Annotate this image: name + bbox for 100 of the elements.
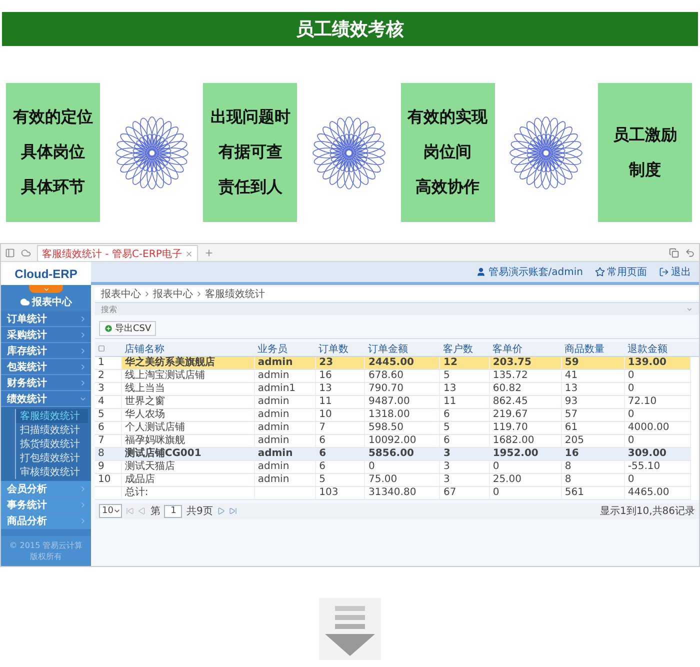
table-row[interactable]: 1 华之美纺系美旗舰店 admin 23 2445.00 12 203.75 59 139.00 bbox=[95, 356, 699, 370]
card-text: 有效的实现 bbox=[408, 107, 488, 128]
sidebar-item[interactable]: 库存统计 bbox=[1, 343, 91, 359]
card-text: 员工激励 bbox=[612, 124, 677, 146]
search-panel[interactable]: 搜索 bbox=[95, 302, 699, 315]
card-text: 出现问题时 bbox=[210, 107, 290, 128]
column-header[interactable]: 店铺名称 bbox=[121, 342, 254, 356]
pager-text: 共9页 bbox=[186, 504, 213, 518]
card-text: 岗位间 bbox=[424, 142, 472, 163]
new-tab-icon[interactable] bbox=[204, 248, 214, 258]
table-row[interactable]: 7 福孕妈咪旗舰 admin 6 10092.00 6 1682.00 205 0 bbox=[95, 434, 699, 448]
close-icon[interactable] bbox=[184, 250, 193, 258]
row-number: 10 bbox=[95, 474, 122, 486]
sidebar-item[interactable]: 包装统计 bbox=[1, 359, 91, 375]
total-cell: 561 bbox=[561, 486, 624, 500]
row-number: 5 bbox=[95, 408, 122, 422]
page-input[interactable]: 1 bbox=[164, 504, 182, 518]
card-text: 具体环节 bbox=[21, 177, 85, 198]
total-cell: 103 bbox=[316, 486, 365, 500]
table-row[interactable]: 6 个人测试店铺 admin 7 598.50 5 119.70 61 4000.00 bbox=[95, 422, 699, 434]
row-number: 8 bbox=[95, 448, 122, 460]
plus-icon bbox=[104, 324, 113, 332]
sidebar-item[interactable]: 事务统计 bbox=[1, 497, 91, 513]
total-cell: 67 bbox=[440, 486, 490, 500]
cloud-icon[interactable] bbox=[21, 248, 31, 258]
checkbox-icon[interactable] bbox=[98, 344, 105, 352]
card-text: 高效协作 bbox=[416, 177, 480, 198]
sidebar-subitem[interactable]: 拣货绩效统计 bbox=[15, 437, 88, 451]
breadcrumb-link[interactable]: 报表中心 bbox=[101, 286, 141, 300]
table-row[interactable]: 3 线上当当 admin1 13 790.70 13 60.82 13 0 bbox=[95, 382, 699, 396]
column-header[interactable]: 商品数量 bbox=[561, 342, 624, 356]
row-number: 7 bbox=[95, 434, 122, 448]
column-header[interactable]: 订单数 bbox=[316, 342, 365, 356]
header-link[interactable]: 退出 bbox=[659, 265, 691, 279]
table-row[interactable]: 10 成品店 admin 5 75.00 3 25.00 8 0 bbox=[95, 474, 699, 486]
banner-title: 员工绩效考核 bbox=[296, 18, 404, 41]
sidebar-subitem[interactable]: 打包绩效统计 bbox=[15, 451, 88, 465]
total-cell: 0 bbox=[489, 486, 562, 500]
collapse-tab[interactable] bbox=[29, 285, 63, 293]
table-row[interactable]: 5 华人农场 admin 10 1318.00 6 219.67 57 0 bbox=[95, 408, 699, 422]
breadcrumb-link[interactable]: 客服绩效统计 bbox=[205, 286, 265, 300]
table-row[interactable]: 2 线上淘宝测试店铺 admin 16 678.60 5 135.72 41 0 bbox=[95, 370, 699, 382]
sidebar-item[interactable]: 会员分析 bbox=[1, 481, 91, 497]
first-page-icon[interactable] bbox=[126, 507, 134, 515]
sidebar-item[interactable]: 绩效统计 bbox=[1, 391, 91, 407]
browser-tab[interactable]: 客服绩效统计 - 管易C-ERP电子 bbox=[37, 245, 198, 261]
card-text: 有效的定位 bbox=[13, 107, 93, 128]
row-number: 9 bbox=[95, 460, 122, 474]
header-link[interactable]: 管易演示账套/admin bbox=[476, 265, 583, 279]
row-number: 3 bbox=[95, 382, 122, 396]
previous-page-icon[interactable] bbox=[138, 507, 146, 515]
sidebar-item[interactable]: 采购统计 bbox=[1, 327, 91, 343]
total-label: 总计: bbox=[121, 486, 254, 500]
caret-icon bbox=[42, 286, 50, 292]
sidebar-title: 报表中心 bbox=[32, 295, 72, 309]
copyright-text: 版权所有 bbox=[30, 551, 62, 562]
breadcrumb-link[interactable]: 报表中心 bbox=[153, 286, 193, 300]
last-page-icon[interactable] bbox=[228, 507, 237, 515]
table-row[interactable]: 9 测试天猫店 admin 6 0 3 0 8 -55.10 bbox=[95, 460, 699, 474]
star-icon bbox=[595, 267, 605, 277]
copy-icon[interactable] bbox=[669, 248, 679, 258]
row-number: 1 bbox=[95, 356, 122, 370]
cloud-icon bbox=[20, 297, 30, 307]
column-header[interactable]: 客户数 bbox=[440, 342, 490, 356]
sidebar-subitem[interactable]: 审核绩效统计 bbox=[15, 465, 88, 479]
column-header[interactable]: 退款金额 bbox=[624, 342, 691, 356]
card-text: 具体岗位 bbox=[21, 142, 85, 163]
column-header[interactable]: 订单金额 bbox=[364, 342, 440, 356]
sidebar-item[interactable]: 订单统计 bbox=[1, 311, 91, 327]
tab-title: 客服绩效统计 - 管易C-ERP电子 bbox=[42, 248, 182, 260]
pager-text: 第 bbox=[150, 505, 160, 518]
sidebar-item[interactable]: 商品分析 bbox=[1, 513, 91, 529]
card-text: 责任到人 bbox=[218, 177, 282, 198]
row-number: 6 bbox=[95, 422, 122, 434]
search-label: 搜索 bbox=[101, 304, 117, 314]
card-text: 制度 bbox=[628, 160, 661, 180]
caret-icon bbox=[113, 507, 122, 515]
undo-icon[interactable] bbox=[685, 248, 695, 258]
sidebar-icon[interactable] bbox=[5, 248, 15, 258]
chevron-icon bbox=[195, 290, 203, 298]
next-page-icon[interactable] bbox=[216, 507, 225, 515]
sidebar-subitem[interactable]: 客服绩效统计 bbox=[15, 409, 88, 423]
export-button[interactable]: 导出CSV bbox=[99, 320, 156, 336]
row-number: 2 bbox=[95, 370, 122, 382]
page-size-select[interactable]: 10 bbox=[99, 504, 122, 518]
sidebar-item[interactable]: 财务统计 bbox=[1, 375, 91, 391]
total-cell: 4465.00 bbox=[624, 486, 691, 500]
header-link[interactable]: 常用页面 bbox=[595, 265, 647, 279]
table-row[interactable]: 8 测试店铺CG001 admin 6 5856.00 3 1952.00 16 309.00 bbox=[95, 448, 699, 460]
total-cell: 31340.80 bbox=[364, 486, 440, 500]
table-row[interactable]: 4 世界之窗 admin 11 9487.00 11 862.45 93 72.10 bbox=[95, 396, 699, 408]
column-header[interactable]: 业务员 bbox=[254, 342, 316, 356]
column-header[interactable]: 客单价 bbox=[489, 342, 562, 356]
record-summary: 显示1到10,共86记录 bbox=[600, 504, 695, 518]
row-number: 4 bbox=[95, 396, 122, 408]
copyright-text: © 2015 管易云计算 bbox=[9, 540, 83, 551]
logout-icon bbox=[659, 267, 669, 277]
caret-icon bbox=[686, 306, 693, 312]
sidebar-subitem[interactable]: 扫描绩效统计 bbox=[15, 423, 88, 437]
user-icon bbox=[476, 267, 486, 277]
